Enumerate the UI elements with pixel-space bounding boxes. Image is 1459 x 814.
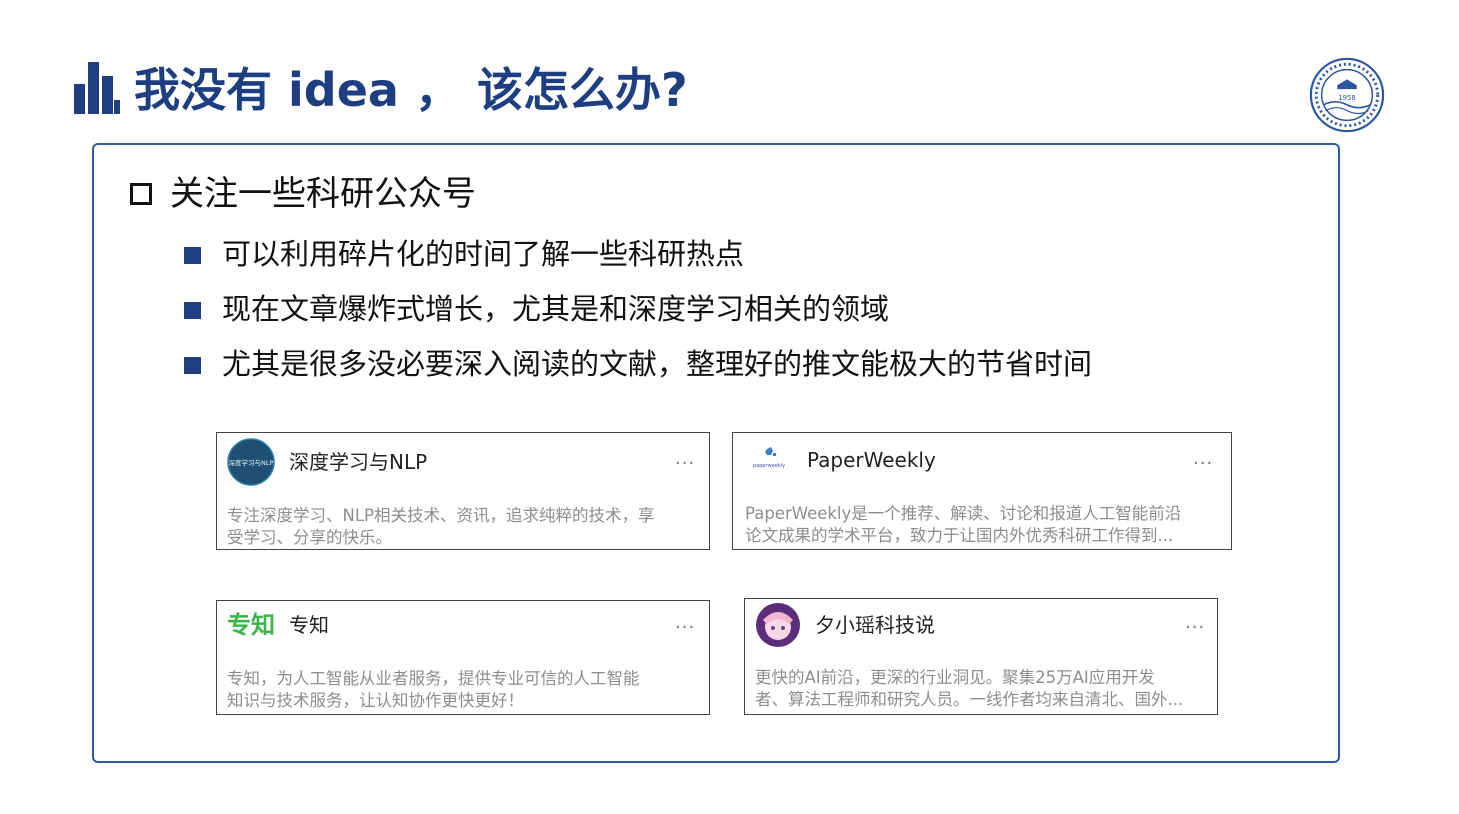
square-bullet-icon	[184, 247, 201, 264]
account-name: 专知	[289, 613, 329, 637]
logo-wordmark: paperweekly	[753, 463, 785, 469]
account-name: PaperWeekly	[807, 448, 936, 472]
account-card-paperweekly[interactable]: paperweekly PaperWeekly ··· PaperWeekly是…	[732, 432, 1232, 550]
account-description-line: 者、算法工程师和研究人员。一线作者均来自清北、国外...	[755, 690, 1184, 709]
account-name: 夕小瑶科技说	[815, 613, 935, 637]
more-options-icon[interactable]: ···	[675, 619, 695, 637]
account-description-line: 更快的AI前沿，更深的行业洞见。聚集25万AI应用开发	[755, 668, 1155, 687]
zhuanzhi-logo: 专知	[227, 611, 275, 639]
xixiaoyao-avatar	[756, 603, 800, 647]
bullet-text: 可以利用碎片化的时间了解一些科研热点	[222, 237, 745, 271]
paperweekly-logo: paperweekly	[753, 447, 785, 469]
more-options-icon[interactable]: ···	[1193, 455, 1213, 473]
account-description-line: 知识与技术服务，让认知协作更快更好！	[227, 691, 524, 710]
account-card-xixiaoyao[interactable]: 夕小瑶科技说 ··· 更快的AI前沿，更深的行业洞见。聚集25万AI应用开发 者…	[744, 598, 1218, 715]
account-description-line: 专注深度学习、NLP相关技术、资讯，追求纯粹的技术，享	[227, 506, 655, 525]
square-bullet-icon	[184, 302, 201, 319]
dl-nlp-avatar: 深度学习与NLP	[227, 438, 275, 486]
account-card-dl-nlp[interactable]: 深度学习与NLP 深度学习与NLP ··· 专注深度学习、NLP相关技术、资讯，…	[216, 432, 710, 550]
account-description-line: 论文成果的学术平台，致力于让国内外优秀科研工作得到...	[745, 526, 1174, 545]
account-description-line: 受学习、分享的快乐。	[227, 528, 392, 547]
section-heading-text: 关注一些科研公众号	[170, 174, 476, 214]
account-name: 深度学习与NLP	[289, 450, 428, 474]
bullet-text: 现在文章爆炸式增长，尤其是和深度学习相关的领域	[222, 292, 890, 326]
more-options-icon[interactable]: ···	[1185, 619, 1205, 637]
account-card-zhuanzhi[interactable]: 专知 专知 ··· 专知，为人工智能从业者服务，提供专业可信的人工智能 知识与技…	[216, 600, 710, 715]
bullet-text: 尤其是很多没必要深入阅读的文献，整理好的推文能极大的节省时间	[222, 347, 1093, 381]
account-description-line: PaperWeekly是一个推荐、解读、讨论和报道人工智能前沿	[745, 504, 1182, 523]
avatar-label: 深度学习与NLP	[229, 458, 274, 467]
more-options-icon[interactable]: ···	[675, 455, 695, 473]
page-title: 我没有 idea ， 该怎么办?	[134, 63, 688, 117]
hollow-square-bullet-icon	[130, 183, 152, 205]
account-description-line: 专知，为人工智能从业者服务，提供专业可信的人工智能	[227, 669, 640, 688]
university-logo: 1958	[1309, 57, 1385, 133]
title-bar-chart-icon	[74, 62, 120, 114]
square-bullet-icon	[184, 357, 201, 374]
logo-year: 1958	[1338, 94, 1355, 102]
